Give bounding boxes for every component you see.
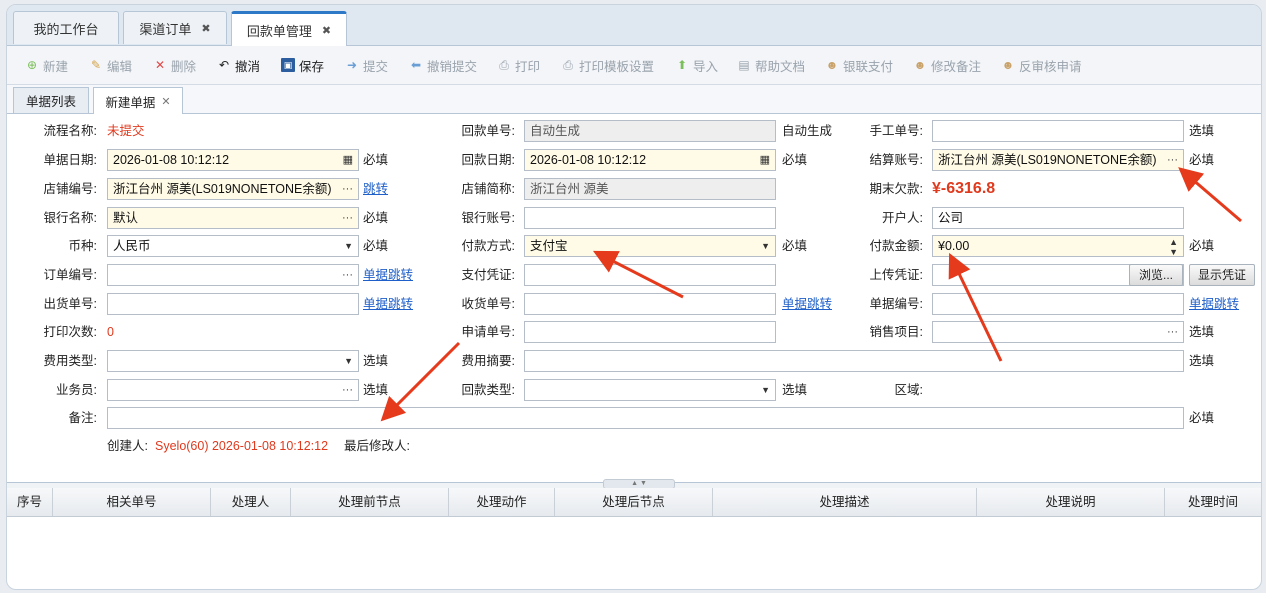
app-window: 我的工作台 渠道订单 ✖ 回款单管理 ✖ ⊕ 新建 ✎ 编辑 ✕ 删除 ↶ 撤消 ▣ 保存… bbox=[6, 4, 1262, 590]
arrow-to-settle-account bbox=[1178, 167, 1242, 223]
annotation-arrows bbox=[380, 167, 1242, 422]
arrow-to-pay-amount bbox=[948, 252, 1003, 362]
arrow-to-pay-method bbox=[592, 250, 684, 299]
arrow-to-remark bbox=[380, 341, 461, 422]
